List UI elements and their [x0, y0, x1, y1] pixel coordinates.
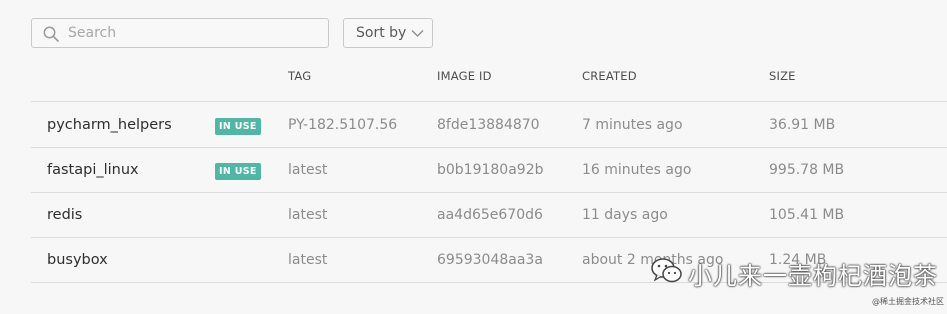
image-name: busybox: [47, 252, 108, 268]
image-tag: latest: [288, 252, 328, 268]
column-header-tag[interactable]: TAG: [288, 69, 311, 83]
search-input[interactable]: [68, 19, 318, 47]
image-size: 995.78 MB: [769, 162, 845, 178]
image-name: redis: [47, 207, 83, 223]
image-id: 69593048aa3a: [437, 252, 543, 268]
image-name: pycharm_helpers: [47, 117, 172, 133]
image-created: 11 days ago: [582, 207, 668, 223]
chevron-down-icon: [411, 30, 424, 37]
watermark-text: 小儿来一壶枸杞酒泡茶: [688, 262, 938, 290]
image-id: 8fde13884870: [437, 117, 540, 133]
in-use-badge: IN USE: [215, 118, 261, 135]
table-row[interactable]: fastapi_linux IN USE latest b0b19180a92b…: [31, 148, 947, 193]
search-icon: [43, 26, 59, 42]
image-name: fastapi_linux: [47, 162, 139, 178]
table-row[interactable]: pycharm_helpers IN USE PY-182.5107.56 8f…: [31, 103, 947, 148]
sort-by-button[interactable]: Sort by: [343, 18, 433, 48]
image-size: 36.91 MB: [769, 117, 836, 133]
image-id: aa4d65e670d6: [437, 207, 543, 223]
image-created: 16 minutes ago: [582, 162, 692, 178]
images-page: Sort by TAG IMAGE ID CREATED SIZE pychar…: [0, 0, 947, 314]
image-tag: latest: [288, 207, 328, 223]
image-tag: latest: [288, 162, 328, 178]
table-row[interactable]: redis latest aa4d65e670d6 11 days ago 10…: [31, 193, 947, 238]
column-header-created[interactable]: CREATED: [582, 69, 637, 83]
column-header-image-id[interactable]: IMAGE ID: [437, 69, 492, 83]
search-box[interactable]: [31, 18, 329, 48]
column-header-size[interactable]: SIZE: [769, 69, 796, 83]
image-created: 7 minutes ago: [582, 117, 683, 133]
wechat-icon: [651, 258, 682, 283]
watermark: 小儿来一壶枸杞酒泡茶: [650, 253, 940, 291]
image-size: 105.41 MB: [769, 207, 845, 223]
table-header: TAG IMAGE ID CREATED SIZE: [31, 60, 947, 102]
watermark-subtext: @稀土掘金技术社区: [872, 297, 944, 306]
image-id: b0b19180a92b: [437, 162, 544, 178]
image-tag: PY-182.5107.56: [288, 117, 398, 133]
in-use-badge: IN USE: [215, 163, 261, 180]
sort-by-label: Sort by: [356, 25, 407, 41]
